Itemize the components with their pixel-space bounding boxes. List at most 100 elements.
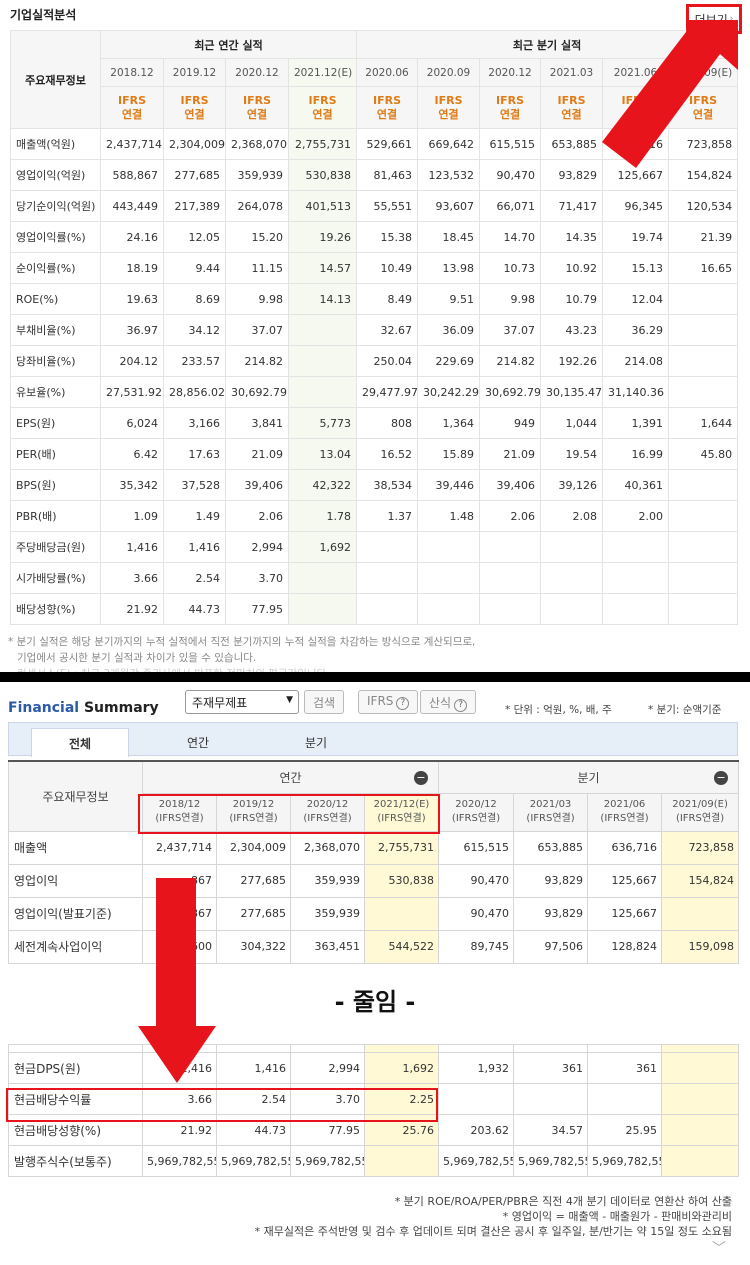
formula-help-button[interactable]: 산식? <box>420 690 477 714</box>
basis-line: IFRS <box>118 93 146 107</box>
period-basis: (IFRS연결) <box>675 813 725 824</box>
table-cell: 89,745 <box>438 929 515 964</box>
row-label: 부채비율(%) <box>10 314 101 346</box>
period-date: 2019/12 <box>232 799 275 810</box>
table-cell: 361 <box>513 1052 588 1084</box>
title-prefix: Financial <box>8 700 80 716</box>
table-cell: 1.78 <box>287 500 358 532</box>
period-header: 2021/03 (IFRS연결) <box>513 792 589 832</box>
annual-group-header: 최근 연간 실적 <box>99 30 358 59</box>
row-label: 당좌비율(%) <box>10 345 101 377</box>
table-cell: 1,416 <box>100 531 164 563</box>
basis-line: IFRS <box>689 93 718 107</box>
row-label: 영업이익 <box>8 863 143 898</box>
collapse-icon[interactable]: − <box>714 771 729 785</box>
table-cell: 1.49 <box>163 500 226 532</box>
ifrs-label: IFRS <box>367 694 394 708</box>
table-cell: 10.79 <box>540 283 604 315</box>
table-cell: 636,716 <box>602 128 670 160</box>
tab-quarter[interactable]: 분기 <box>267 728 365 757</box>
period-date: 2018/12 <box>158 799 201 810</box>
table-cell: 15.20 <box>225 221 289 253</box>
table-cell: 43.23 <box>540 314 604 346</box>
table-cell: 90,470 <box>438 896 515 931</box>
row-label: BPS(원) <box>10 469 101 501</box>
table-row: 시가배당률(%) 3.66 2.54 3.70 <box>10 562 739 594</box>
table-cell: 93,607 <box>417 190 481 222</box>
table-cell: 6.42 <box>100 438 164 470</box>
table-cell: 2,304,009 <box>216 830 291 865</box>
search-button[interactable]: 검색 <box>304 690 345 714</box>
table-cell <box>661 1114 739 1146</box>
statement-select[interactable]: 주재무제표 ▼ <box>185 690 299 714</box>
table-cell: 13.98 <box>417 252 481 284</box>
tab-annual[interactable]: 연간 <box>149 728 247 757</box>
table-cell: 38,534 <box>356 469 419 501</box>
table-cell: 2,437,714 <box>100 128 164 160</box>
table-cell: 669,642 <box>417 128 481 160</box>
collapse-icon[interactable]: − <box>414 771 429 785</box>
table-row: 당기순이익(억원) 443,449 217,389 264,078 401,513 55,… <box>10 190 739 222</box>
row-label: 매출액 <box>8 830 143 865</box>
table-cell: 9.98 <box>479 283 542 315</box>
table-row: ROE(%) 19.63 8.69 9.98 14.13 8.49 9.51 9.98 10.7… <box>10 283 739 315</box>
table-cell: 359,939 <box>290 863 365 898</box>
table-cell: 1,364 <box>417 407 481 439</box>
table-cell <box>364 1145 439 1177</box>
table-cell: 97,506 <box>513 929 589 964</box>
partial-row <box>8 1044 739 1053</box>
basis-line: IFRS <box>180 93 209 107</box>
table-cell <box>661 1083 739 1115</box>
row-header: 주요재무정보 <box>8 760 143 832</box>
row-label: 영업이익(발표기준) <box>8 896 143 931</box>
quarter-group-header: 분기 − <box>438 760 740 794</box>
period-header: 2018/12 (IFRS연결) <box>142 792 217 832</box>
table-cell <box>356 593 419 625</box>
tab-all[interactable]: 전체 <box>31 728 129 757</box>
basis-line: IFRS <box>434 93 463 107</box>
table-cell <box>287 593 358 625</box>
table-cell <box>587 1083 662 1115</box>
performance-table: 주요재무정보 최근 연간 실적 최근 분기 실적 2018.12 2019.12 2… <box>10 30 739 625</box>
table-cell: 204.12 <box>100 345 164 377</box>
row-label: 영업이익률(%) <box>10 221 101 253</box>
table-cell: 1,932 <box>438 1052 514 1084</box>
table-cell: 636,716 <box>587 830 663 865</box>
note-line: * 재무실적은 주석반영 및 검수 후 업데이트 되며 결산은 공시 후 일주일… <box>254 1225 732 1238</box>
table-cell: 16.99 <box>602 438 670 470</box>
table-cell: 5,773 <box>287 407 358 439</box>
table-cell <box>668 345 739 377</box>
table-cell <box>668 283 739 315</box>
quarter-basis-text: * 분기: 순액기준 <box>648 704 722 716</box>
table-cell <box>216 1044 291 1053</box>
tab-bar: 전체 연간 분기 <box>8 722 738 757</box>
period-basis: (IFRS연결) <box>451 813 501 824</box>
table-cell: 600 <box>142 929 217 964</box>
table-cell: 1,416 <box>163 531 226 563</box>
table-cell: 9.98 <box>225 283 289 315</box>
table-row: EPS(원) 6,024 3,166 3,841 5,773 808 1,364 949 1,0… <box>10 407 739 439</box>
table-cell: 25.95 <box>587 1114 662 1146</box>
table-cell: 39,406 <box>479 469 542 501</box>
table-row: 세전계속사업이익 600 304,322 363,451 544,522 89,745 97… <box>8 929 740 964</box>
table-cell: 359,939 <box>225 159 289 191</box>
table-cell: 120,534 <box>668 190 739 222</box>
table-cell: 25.76 <box>364 1114 439 1146</box>
table-cell: 71,417 <box>540 190 604 222</box>
row-label: 배당성향(%) <box>10 593 101 625</box>
note-line: * 영업이익 = 매출액 - 매출원가 - 판매비와관리비 <box>502 1210 732 1223</box>
chevron-down-icon[interactable]: ﹀ <box>712 1238 726 1258</box>
table-cell <box>602 531 670 563</box>
period-date: 2020/12 <box>306 799 349 810</box>
table-cell: 14.35 <box>540 221 604 253</box>
table-cell: 154,824 <box>668 159 739 191</box>
basis-header: IFRS 연결 <box>287 86 358 129</box>
financial-summary-title: Financial Summary <box>8 700 159 716</box>
table-cell: 14.70 <box>479 221 542 253</box>
ifrs-help-button[interactable]: IFRS? <box>358 690 419 714</box>
table-cell <box>513 1044 588 1053</box>
basis-line: 연결 <box>499 107 521 121</box>
table-cell <box>602 562 670 594</box>
table-cell: 30,692.79 <box>479 376 542 408</box>
table-cell <box>479 593 542 625</box>
